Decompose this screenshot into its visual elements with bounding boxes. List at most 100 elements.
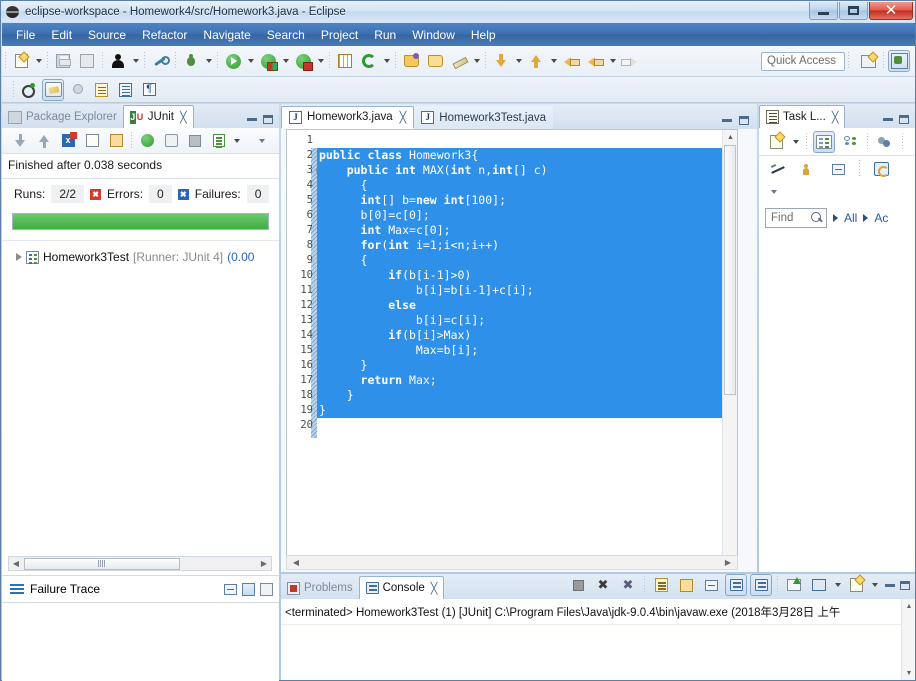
filter-stack-trace-icon[interactable] xyxy=(224,583,237,595)
show-failures-only-button[interactable]: x xyxy=(57,130,79,152)
code-line[interactable]: if(b[i]>Max) xyxy=(317,328,737,343)
filter-activity-label[interactable]: Ac xyxy=(874,211,888,225)
remove-launch-button[interactable]: ✖ xyxy=(592,574,614,596)
java-perspective-button[interactable] xyxy=(888,50,910,72)
open-type-button[interactable] xyxy=(400,50,422,72)
back-dropdown[interactable] xyxy=(607,50,618,72)
menu-refactor[interactable]: Refactor xyxy=(134,26,195,44)
previous-annotation-button[interactable] xyxy=(525,50,547,72)
menu-window[interactable]: Window xyxy=(404,26,463,44)
tab-task-list[interactable]: Task L... ╳ xyxy=(759,105,846,128)
tab-problems[interactable]: Problems xyxy=(281,577,359,599)
show-console-on-error-button[interactable] xyxy=(750,574,772,596)
minimize-view-icon[interactable] xyxy=(883,118,893,121)
toggle-highlight-button[interactable] xyxy=(42,78,64,101)
tab-homework3test-java[interactable]: J Homework3Test.java xyxy=(414,106,554,129)
code-line[interactable]: Max=b[i]; xyxy=(317,343,737,358)
rerun-test-button[interactable] xyxy=(136,130,158,152)
task-list-view-menu-button[interactable] xyxy=(768,181,779,203)
close-button[interactable]: ✕ xyxy=(869,2,913,20)
scroll-up-icon[interactable]: ▲ xyxy=(902,599,916,613)
scroll-up-icon[interactable]: ▲ xyxy=(723,130,737,145)
new-wizard-dropdown[interactable] xyxy=(33,50,44,72)
menu-help[interactable]: Help xyxy=(463,26,504,44)
tab-junit[interactable]: JU JUnit ╳ xyxy=(122,105,194,128)
toggle-ant-button[interactable] xyxy=(66,79,88,101)
debug-button[interactable] xyxy=(180,50,202,72)
display-console-dropdown[interactable] xyxy=(832,574,843,596)
maximize-console-icon[interactable] xyxy=(900,580,910,590)
code-line[interactable]: { xyxy=(317,178,737,193)
annotation-dropdown[interactable] xyxy=(471,50,482,72)
run-configurations-button[interactable] xyxy=(257,50,279,72)
scroll-thumb[interactable] xyxy=(724,145,736,395)
editor-horizontal-scrollbar[interactable]: ◀ ▶ xyxy=(286,555,738,570)
minimize-view-icon[interactable] xyxy=(247,118,257,121)
next-failure-button[interactable] xyxy=(9,130,31,152)
code-line[interactable]: } xyxy=(317,403,737,418)
save-button[interactable] xyxy=(52,50,74,72)
remove-all-terminated-button[interactable]: ✖ xyxy=(617,574,639,596)
toggle-block-selection-button[interactable] xyxy=(90,79,112,101)
new-task-dropdown[interactable] xyxy=(790,131,801,153)
last-edit-location-button[interactable] xyxy=(560,50,582,72)
show-all-tasks-button[interactable] xyxy=(797,158,819,180)
pin-console-button[interactable] xyxy=(783,574,805,596)
external-tools-button[interactable] xyxy=(107,50,129,72)
code-line[interactable]: b[i]=b[i-1]+c[i]; xyxy=(317,283,737,298)
synchronize-changed-button[interactable] xyxy=(874,131,896,153)
filter-all-arrow-icon[interactable] xyxy=(833,214,838,222)
minimize-editor-icon[interactable] xyxy=(722,119,732,122)
forward-button[interactable] xyxy=(619,50,641,72)
run-dropdown[interactable] xyxy=(245,50,256,72)
editor-vertical-scrollbar[interactable]: ▲ ▼ xyxy=(722,130,737,565)
refresh-button[interactable] xyxy=(358,50,380,72)
code-line[interactable] xyxy=(317,418,737,433)
maximize-view-icon[interactable] xyxy=(899,115,909,124)
close-icon[interactable]: ╳ xyxy=(431,582,438,595)
new-java-package-button[interactable] xyxy=(334,50,356,72)
open-perspective-button[interactable] xyxy=(857,50,879,72)
back-button[interactable] xyxy=(584,50,606,72)
menu-file[interactable]: File xyxy=(8,26,43,44)
scroll-lock-button[interactable] xyxy=(675,574,697,596)
compare-result-icon[interactable] xyxy=(242,582,255,596)
activate-on-error-button[interactable] xyxy=(105,130,127,152)
menu-navigate[interactable]: Navigate xyxy=(195,26,258,44)
scroll-down-icon[interactable]: ▼ xyxy=(902,666,916,680)
show-whitespace-button[interactable] xyxy=(114,79,136,101)
coverage-button[interactable] xyxy=(292,50,314,72)
previous-annotation-dropdown[interactable] xyxy=(548,50,559,72)
close-icon[interactable]: ╳ xyxy=(180,111,187,124)
close-icon[interactable]: ╳ xyxy=(400,111,407,124)
expand-twisty-icon[interactable] xyxy=(16,253,22,261)
tab-console[interactable]: Console ╳ xyxy=(358,576,445,599)
scroll-thumb[interactable] xyxy=(24,557,180,570)
show-console-on-output-button[interactable] xyxy=(725,574,747,596)
new-wizard-button[interactable] xyxy=(10,50,32,72)
code-line[interactable]: int Max=c[0]; xyxy=(317,223,737,238)
open-resource-button[interactable] xyxy=(424,50,446,72)
code-line[interactable]: public class Homework3{ xyxy=(317,148,737,163)
refresh-dropdown[interactable] xyxy=(381,50,392,72)
test-run-history-button[interactable] xyxy=(208,130,230,152)
test-run-history-dropdown[interactable] xyxy=(231,130,242,152)
code-line[interactable]: b[i]=c[i]; xyxy=(317,313,737,328)
toggle-mark-occurrences-button[interactable] xyxy=(18,79,40,101)
menu-edit[interactable]: Edit xyxy=(43,26,80,44)
quick-access-input[interactable]: Quick Access xyxy=(761,51,845,71)
code-line[interactable]: } xyxy=(317,358,737,373)
code-line[interactable]: b[0]=c[0]; xyxy=(317,208,737,223)
scroll-left-icon[interactable]: ◀ xyxy=(289,558,303,567)
maximize-button[interactable] xyxy=(839,2,868,20)
code-line[interactable]: } xyxy=(317,388,737,403)
code-line[interactable]: int[] b=new int[100]; xyxy=(317,193,737,208)
previous-failure-button[interactable] xyxy=(33,130,55,152)
filter-activity-arrow-icon[interactable] xyxy=(863,214,869,222)
stop-test-button[interactable] xyxy=(184,130,206,152)
junit-horizontal-scrollbar[interactable]: ◀ ▶ xyxy=(8,556,272,571)
open-console-dropdown[interactable] xyxy=(869,574,880,596)
scroll-left-icon[interactable]: ◀ xyxy=(9,559,23,568)
console-vertical-scrollbar[interactable]: ▲ ▼ xyxy=(901,599,915,680)
run-configurations-dropdown[interactable] xyxy=(280,50,291,72)
